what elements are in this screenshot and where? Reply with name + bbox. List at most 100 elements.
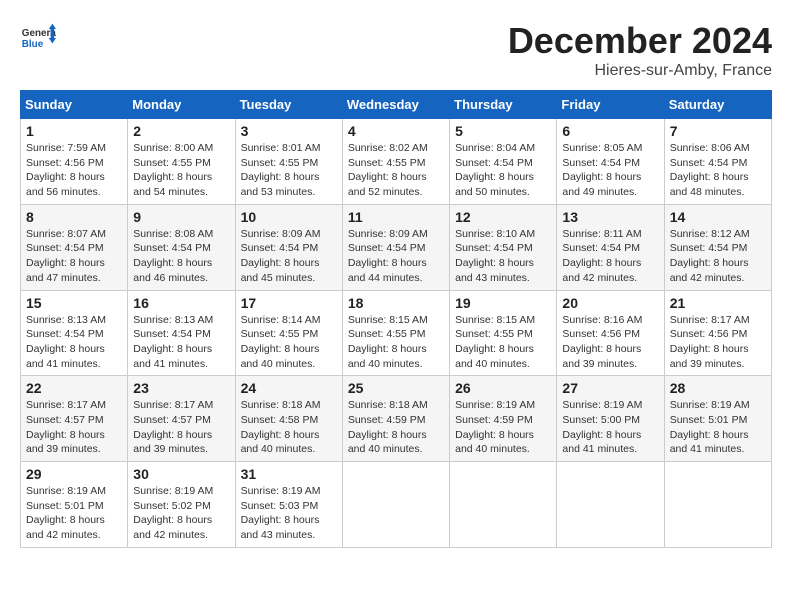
day-number: 21 (670, 295, 766, 311)
col-tuesday: Tuesday (235, 91, 342, 119)
day-info: Sunrise: 8:09 AM Sunset: 4:54 PM Dayligh… (348, 227, 444, 286)
header-row: Sunday Monday Tuesday Wednesday Thursday… (21, 91, 772, 119)
day-number: 5 (455, 123, 551, 139)
day-number: 31 (241, 466, 337, 482)
calendar-cell: 14 Sunrise: 8:12 AM Sunset: 4:54 PM Dayli… (664, 204, 771, 290)
day-info: Sunrise: 8:16 AM Sunset: 4:56 PM Dayligh… (562, 313, 658, 372)
header: General Blue December 2024 Hieres-sur-Am… (20, 20, 772, 80)
day-info: Sunrise: 8:15 AM Sunset: 4:55 PM Dayligh… (455, 313, 551, 372)
calendar-cell: 26Sunrise: 8:19 AM Sunset: 4:59 PM Dayli… (450, 376, 557, 462)
day-info: Sunrise: 8:09 AM Sunset: 4:54 PM Dayligh… (241, 227, 337, 286)
day-number: 20 (562, 295, 658, 311)
calendar-cell: 6Sunrise: 8:05 AM Sunset: 4:54 PM Daylig… (557, 119, 664, 205)
day-info: Sunrise: 8:19 AM Sunset: 5:01 PM Dayligh… (26, 484, 122, 543)
col-sunday: Sunday (21, 91, 128, 119)
calendar-cell: 20 Sunrise: 8:16 AM Sunset: 4:56 PM Dayli… (557, 290, 664, 376)
calendar-cell: 5 Sunrise: 8:04 AM Sunset: 4:54 PM Daylig… (450, 119, 557, 205)
calendar-week-1: 8 Sunrise: 8:07 AM Sunset: 4:54 PM Daylig… (21, 204, 772, 290)
day-info: Sunrise: 8:19 AM Sunset: 5:00 PM Dayligh… (562, 398, 658, 457)
day-number: 8 (26, 209, 122, 225)
day-info: Sunrise: 8:04 AM Sunset: 4:54 PM Dayligh… (455, 141, 551, 200)
calendar-cell: 15Sunrise: 8:13 AM Sunset: 4:54 PM Dayli… (21, 290, 128, 376)
day-info: Sunrise: 8:18 AM Sunset: 4:58 PM Dayligh… (241, 398, 337, 457)
day-info: Sunrise: 8:01 AM Sunset: 4:55 PM Dayligh… (241, 141, 337, 200)
day-number: 1 (26, 123, 122, 139)
col-thursday: Thursday (450, 91, 557, 119)
day-info: Sunrise: 8:00 AM Sunset: 4:55 PM Dayligh… (133, 141, 229, 200)
calendar-table: Sunday Monday Tuesday Wednesday Thursday… (20, 90, 772, 548)
day-info: Sunrise: 8:19 AM Sunset: 4:59 PM Dayligh… (455, 398, 551, 457)
day-number: 25 (348, 380, 444, 396)
calendar-cell: 11 Sunrise: 8:09 AM Sunset: 4:54 PM Dayli… (342, 204, 449, 290)
calendar-cell: 7 Sunrise: 8:06 AM Sunset: 4:54 PM Daylig… (664, 119, 771, 205)
calendar-cell: 12 Sunrise: 8:10 AM Sunset: 4:54 PM Dayli… (450, 204, 557, 290)
day-number: 14 (670, 209, 766, 225)
day-info: Sunrise: 8:11 AM Sunset: 4:54 PM Dayligh… (562, 227, 658, 286)
calendar-cell: 8 Sunrise: 8:07 AM Sunset: 4:54 PM Daylig… (21, 204, 128, 290)
calendar-cell: 2 Sunrise: 8:00 AM Sunset: 4:55 PM Daylig… (128, 119, 235, 205)
calendar-week-2: 15 Sunrise: 8:13 AM Sunset: 4:54 PM Dayli… (21, 290, 772, 376)
day-number: 6 (562, 123, 658, 139)
month-title: December 2024 (508, 20, 772, 62)
day-info: Sunrise: 8:06 AM Sunset: 4:54 PM Dayligh… (670, 141, 766, 200)
day-info: Sunrise: 8:08 AM Sunset: 4:54 PM Dayligh… (133, 227, 229, 286)
day-number: 16 (133, 295, 229, 311)
calendar-cell: 9 Sunrise: 8:08 AM Sunset: 4:54 PM Daylig… (128, 204, 235, 290)
calendar-cell: 25Sunrise: 8:18 AM Sunset: 4:59 PM Dayli… (342, 376, 449, 462)
calendar-cell: 29 Sunrise: 8:19 AM Sunset: 5:01 PM Dayli… (21, 462, 128, 548)
calendar-week-0: 1Sunrise: 7:59 AM Sunset: 4:56 PM Daylig… (21, 119, 772, 205)
day-number: 2 (133, 123, 229, 139)
calendar-cell: 17 Sunrise: 8:14 AM Sunset: 4:55 PM Dayli… (235, 290, 342, 376)
calendar-cell (557, 462, 664, 548)
day-number: 24 (241, 380, 337, 396)
calendar-cell: 19 Sunrise: 8:15 AM Sunset: 4:55 PM Dayli… (450, 290, 557, 376)
calendar-cell: 30Sunrise: 8:19 AM Sunset: 5:02 PM Dayli… (128, 462, 235, 548)
calendar-cell (664, 462, 771, 548)
day-info: Sunrise: 8:07 AM Sunset: 4:54 PM Dayligh… (26, 227, 122, 286)
day-number: 7 (670, 123, 766, 139)
day-number: 19 (455, 295, 551, 311)
calendar-cell: 28Sunrise: 8:19 AM Sunset: 5:01 PM Dayli… (664, 376, 771, 462)
svg-text:Blue: Blue (22, 39, 44, 50)
logo-icon: General Blue (20, 20, 56, 56)
day-info: Sunrise: 8:02 AM Sunset: 4:55 PM Dayligh… (348, 141, 444, 200)
col-wednesday: Wednesday (342, 91, 449, 119)
calendar-cell: 22Sunrise: 8:17 AM Sunset: 4:57 PM Dayli… (21, 376, 128, 462)
calendar-cell: 21 Sunrise: 8:17 AM Sunset: 4:56 PM Dayli… (664, 290, 771, 376)
day-info: Sunrise: 8:17 AM Sunset: 4:57 PM Dayligh… (133, 398, 229, 457)
calendar-cell: 24 Sunrise: 8:18 AM Sunset: 4:58 PM Dayli… (235, 376, 342, 462)
calendar-cell: 10 Sunrise: 8:09 AM Sunset: 4:54 PM Dayli… (235, 204, 342, 290)
calendar-cell: 16 Sunrise: 8:13 AM Sunset: 4:54 PM Dayli… (128, 290, 235, 376)
day-number: 12 (455, 209, 551, 225)
calendar-cell: 18 Sunrise: 8:15 AM Sunset: 4:55 PM Dayli… (342, 290, 449, 376)
calendar-cell: 23 Sunrise: 8:17 AM Sunset: 4:57 PM Dayli… (128, 376, 235, 462)
day-number: 29 (26, 466, 122, 482)
col-saturday: Saturday (664, 91, 771, 119)
day-number: 4 (348, 123, 444, 139)
day-info: Sunrise: 8:15 AM Sunset: 4:55 PM Dayligh… (348, 313, 444, 372)
day-number: 9 (133, 209, 229, 225)
day-number: 27 (562, 380, 658, 396)
calendar-week-3: 22Sunrise: 8:17 AM Sunset: 4:57 PM Dayli… (21, 376, 772, 462)
day-info: Sunrise: 8:19 AM Sunset: 5:03 PM Dayligh… (241, 484, 337, 543)
day-info: Sunrise: 8:12 AM Sunset: 4:54 PM Dayligh… (670, 227, 766, 286)
calendar-cell: 31 Sunrise: 8:19 AM Sunset: 5:03 PM Dayli… (235, 462, 342, 548)
day-info: Sunrise: 8:14 AM Sunset: 4:55 PM Dayligh… (241, 313, 337, 372)
day-info: Sunrise: 8:17 AM Sunset: 4:56 PM Dayligh… (670, 313, 766, 372)
day-number: 18 (348, 295, 444, 311)
day-info: Sunrise: 8:10 AM Sunset: 4:54 PM Dayligh… (455, 227, 551, 286)
day-number: 10 (241, 209, 337, 225)
day-number: 23 (133, 380, 229, 396)
col-friday: Friday (557, 91, 664, 119)
day-number: 11 (348, 209, 444, 225)
day-info: Sunrise: 8:19 AM Sunset: 5:01 PM Dayligh… (670, 398, 766, 457)
day-number: 17 (241, 295, 337, 311)
calendar-cell: 13Sunrise: 8:11 AM Sunset: 4:54 PM Dayli… (557, 204, 664, 290)
day-number: 30 (133, 466, 229, 482)
calendar-cell: 27 Sunrise: 8:19 AM Sunset: 5:00 PM Dayli… (557, 376, 664, 462)
title-area: December 2024 Hieres-sur-Amby, France (508, 20, 772, 80)
day-info: Sunrise: 8:13 AM Sunset: 4:54 PM Dayligh… (133, 313, 229, 372)
day-number: 3 (241, 123, 337, 139)
day-number: 15 (26, 295, 122, 311)
calendar-cell: 1Sunrise: 7:59 AM Sunset: 4:56 PM Daylig… (21, 119, 128, 205)
